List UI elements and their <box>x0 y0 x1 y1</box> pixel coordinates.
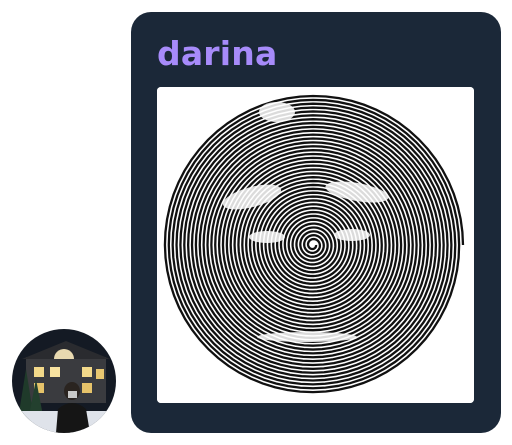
image-attachment[interactable] <box>157 87 474 403</box>
sender-avatar[interactable] <box>12 329 116 433</box>
sender-name[interactable]: darina <box>157 32 277 76</box>
message-bubble[interactable]: darina <box>131 12 501 433</box>
spiral-portrait-image <box>157 87 474 403</box>
chat-message-row: darina <box>0 0 512 445</box>
avatar-photo-icon <box>12 329 116 433</box>
